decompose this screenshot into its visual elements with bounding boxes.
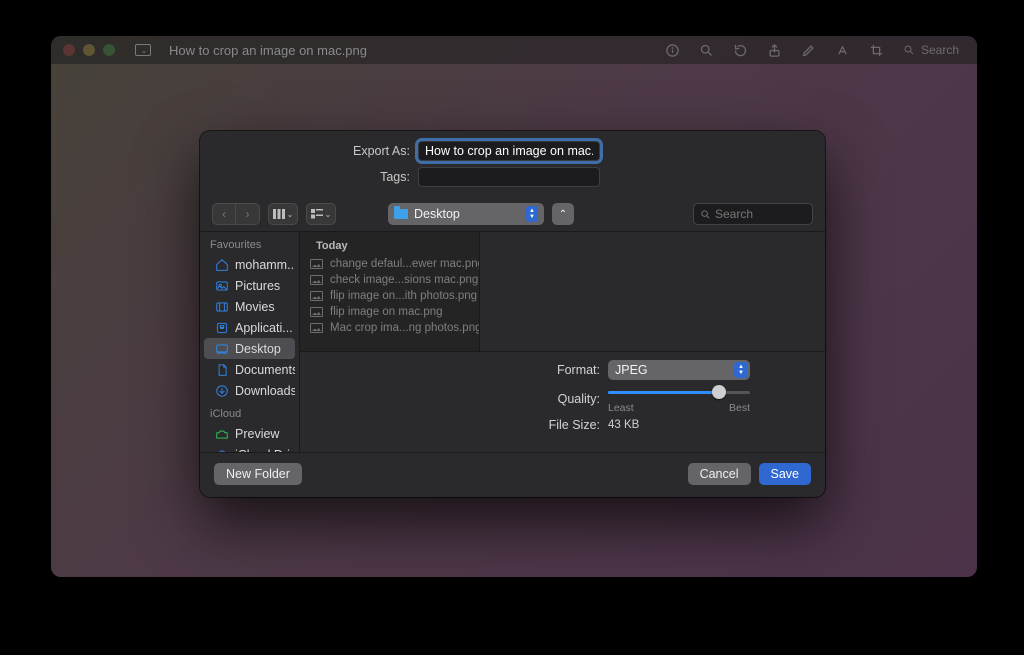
rotate-icon[interactable] [733,42,749,58]
minimize-window-button[interactable] [83,44,95,56]
magnifier-icon[interactable] [699,42,715,58]
sidebar-section-icloud: iCloud [200,401,299,423]
cancel-button[interactable]: Cancel [688,463,751,485]
format-label: Format: [318,363,608,377]
main-titlebar: ⌄ How to crop an image on mac.png Search [51,36,977,64]
nav-toolbar: ‹ › ⌄ ⌄ Desktop ▲▼ ⌃ Search [200,199,825,231]
quality-slider[interactable] [608,384,750,400]
window-controls [63,44,115,56]
sidebar-item-desktop[interactable]: Desktop [204,338,295,359]
group-button[interactable]: ⌄ [306,203,336,225]
export-save-sheet: Export As: Tags: ‹ › ⌄ ⌄ Desktop ▲▼ ⌃ Se… [200,131,825,497]
markup-icon[interactable] [801,42,817,58]
toolbar-search[interactable]: Search [903,43,959,57]
view-columns-button[interactable]: ⌄ [268,203,298,225]
collapse-button[interactable]: ⌃ [552,203,574,225]
image-file-icon [310,307,323,317]
info-icon[interactable] [665,42,681,58]
format-popup[interactable]: JPEG ▲▼ [608,360,750,380]
zoom-window-button[interactable] [103,44,115,56]
location-popup[interactable]: Desktop ▲▼ [388,203,544,225]
filename-input[interactable] [418,141,600,161]
tags-input[interactable] [418,167,600,187]
filesize-label: File Size: [318,418,608,432]
sidebar-item-icloud-drive[interactable]: iCloud Dri... [204,444,295,452]
forward-button[interactable]: › [236,203,260,225]
today-header: Today [300,232,479,256]
highlight-icon[interactable] [835,42,851,58]
toolbar-search-placeholder: Search [921,43,959,57]
sidebar-item-movies[interactable]: Movies [204,296,295,317]
new-folder-button[interactable]: New Folder [214,463,302,485]
image-file-icon [310,323,323,333]
file-item[interactable]: flip image on mac.png [300,304,479,320]
quality-least-label: Least [608,402,634,414]
sheet-search[interactable]: Search [693,203,813,225]
updown-icon: ▲▼ [734,362,748,378]
folder-icon [394,209,408,219]
close-window-button[interactable] [63,44,75,56]
sidebar-item-applications[interactable]: Applicati... [204,317,295,338]
sidebar-section-favourites: Favourites [200,232,299,254]
sheet-search-placeholder: Search [715,207,753,221]
crop-icon[interactable] [869,42,885,58]
save-sidebar: Favourites mohamm... Pictures Movies App… [200,232,300,452]
file-item[interactable]: check image...sions mac.png [300,272,479,288]
export-as-label: Export As: [218,144,418,158]
share-icon[interactable] [767,42,783,58]
image-file-icon [310,275,323,285]
quality-best-label: Best [729,402,750,414]
sidebar-item-home[interactable]: mohamm... [204,254,295,275]
sheet-footer: New Folder Cancel Save [200,452,825,497]
file-item[interactable]: Mac crop ima...ng photos.png [300,320,479,336]
empty-column [480,232,825,351]
file-column: Today change defaul...ewer mac.png check… [300,232,480,351]
file-item[interactable]: flip image on...ith photos.png [300,288,479,304]
tags-label: Tags: [218,170,418,184]
sidebar-item-downloads[interactable]: Downloads [204,380,295,401]
image-file-icon [310,291,323,301]
updown-icon: ▲▼ [526,206,538,222]
back-button[interactable]: ‹ [212,203,236,225]
image-file-icon [310,259,323,269]
window-title: How to crop an image on mac.png [169,43,657,58]
format-value: JPEG [615,363,648,377]
file-item[interactable]: change defaul...ewer mac.png [300,256,479,272]
filesize-value: 43 KB [608,419,639,431]
sidebar-toggle-icon[interactable]: ⌄ [135,44,151,56]
sidebar-item-documents[interactable]: Documents [204,359,295,380]
save-button[interactable]: Save [759,463,812,485]
quality-label: Quality: [318,392,608,406]
location-label: Desktop [414,207,520,221]
sidebar-item-pictures[interactable]: Pictures [204,275,295,296]
slider-thumb[interactable] [712,385,726,399]
sidebar-item-preview[interactable]: Preview [204,423,295,444]
